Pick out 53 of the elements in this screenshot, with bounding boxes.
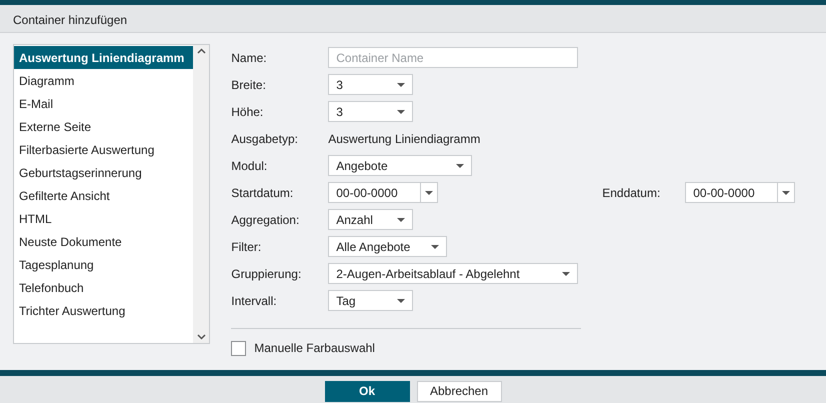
list-item[interactable]: Tagesplanung: [14, 253, 194, 276]
ok-button[interactable]: Ok: [324, 380, 410, 402]
field-label: Höhe:: [231, 104, 264, 120]
dropdown[interactable]: Alle Angebote: [328, 236, 448, 257]
field-label: Breite:: [231, 76, 267, 94]
dropdown[interactable]: Anzahl: [328, 209, 414, 230]
dropdown[interactable]: Tag: [328, 290, 414, 311]
date-field[interactable]: 00-00-0000: [328, 182, 422, 203]
field-label: Startdatum:: [231, 184, 294, 202]
date-dropdown-button[interactable]: [778, 182, 796, 203]
dialog-title: Container hinzufügen: [0, 5, 826, 33]
cancel-button[interactable]: Abbrechen: [416, 380, 502, 402]
caret-icon: [456, 164, 464, 168]
caret-icon: [782, 190, 790, 194]
field-label: Aggregation:: [231, 212, 300, 228]
checkbox-label: Manuelle Farbauswahl: [254, 340, 375, 357]
field-label: Enddatum:: [602, 184, 662, 202]
scroll-down-icon[interactable]: [196, 334, 206, 340]
caret-icon: [397, 110, 406, 114]
list-item[interactable]: HTML: [14, 207, 194, 230]
list-item[interactable]: E-Mail: [14, 92, 194, 115]
field-label: Gruppierung:: [231, 266, 302, 282]
caret-icon: [425, 190, 434, 194]
scrollbar[interactable]: [193, 45, 210, 343]
dropdown[interactable]: Angebote: [328, 155, 472, 176]
list-item[interactable]: Telefonbuch: [14, 276, 194, 299]
field-label: Name:: [231, 50, 268, 66]
caret-icon: [397, 298, 406, 302]
name-field[interactable]: Container Name: [328, 47, 578, 68]
list-item[interactable]: Gefilterte Ansicht: [14, 184, 194, 207]
dropdown[interactable]: 3: [328, 74, 414, 95]
caret-icon: [397, 82, 406, 86]
list-item[interactable]: Neuste Dokumente: [14, 230, 194, 253]
caret-icon: [431, 244, 440, 248]
field-label: Filter:: [231, 238, 262, 256]
date-field[interactable]: 00-00-0000: [685, 182, 778, 203]
dropdown[interactable]: 2-Augen-Arbeitsablauf - Abgelehnt: [328, 263, 578, 284]
list-item[interactable]: Trichter Auswertung: [14, 299, 194, 322]
list-item[interactable]: Diagramm: [14, 69, 194, 92]
scroll-up-icon[interactable]: [196, 48, 206, 54]
caret-icon: [397, 218, 406, 222]
caret-icon: [562, 272, 570, 276]
list-item[interactable]: Externe Seite: [14, 115, 194, 138]
field-label: Intervall:: [231, 292, 278, 310]
checkbox[interactable]: [231, 340, 246, 356]
field-label: Ausgabetyp:: [231, 130, 299, 148]
list-item[interactable]: Auswertung Liniendiagramm: [14, 46, 194, 69]
list-item[interactable]: Filterbasierte Auswertung: [14, 138, 194, 161]
dropdown[interactable]: 3: [328, 101, 414, 122]
list-item[interactable]: Geburtstagserinnerung: [14, 161, 194, 184]
field-value: Auswertung Liniendiagramm: [328, 130, 480, 148]
date-dropdown-button[interactable]: [421, 182, 438, 203]
field-label: Modul:: [231, 158, 268, 174]
